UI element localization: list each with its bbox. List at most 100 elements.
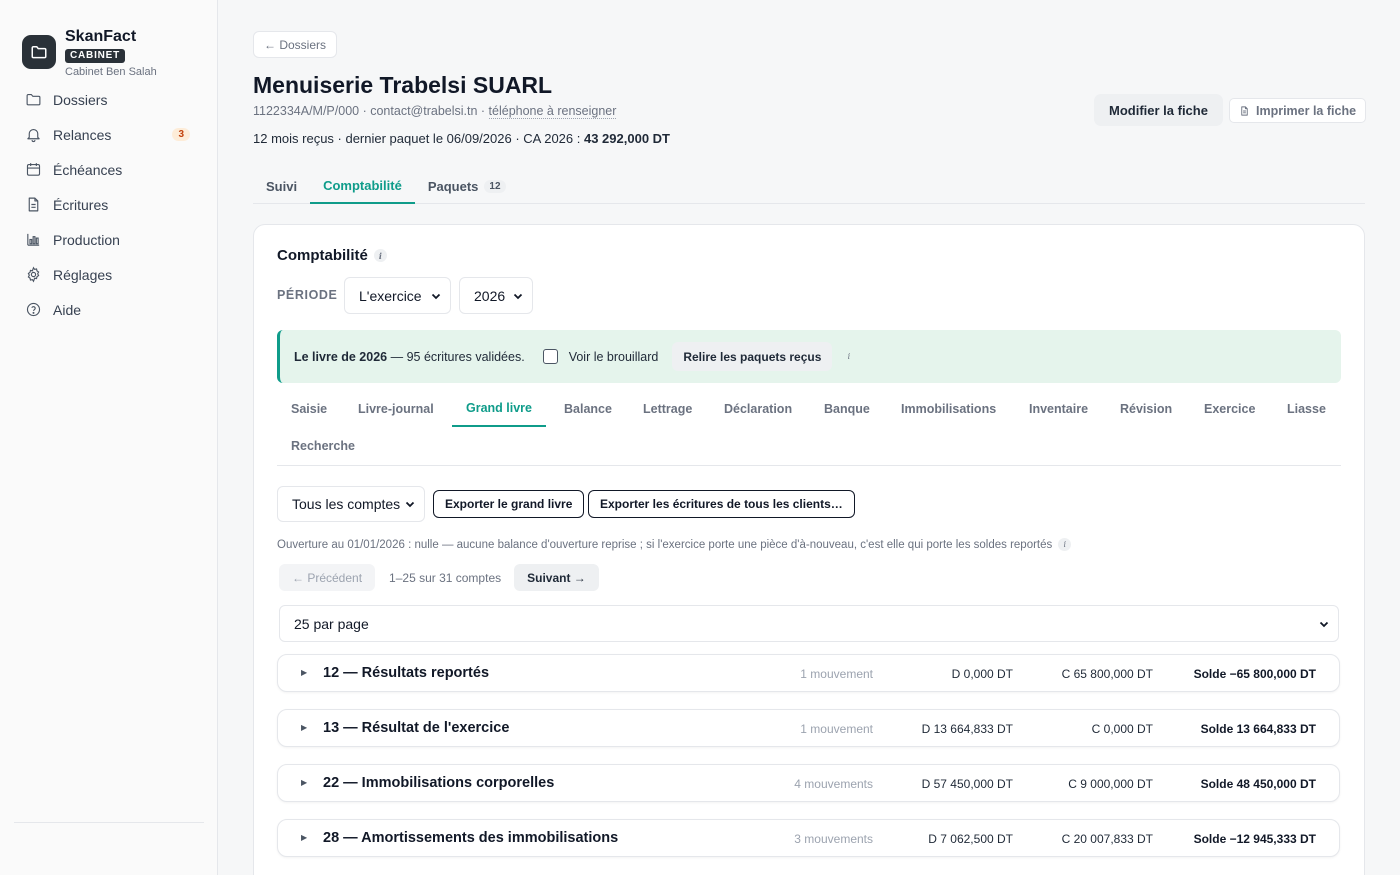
chevron-down-icon <box>1319 621 1329 627</box>
subtab-recherche[interactable]: Recherche <box>277 428 369 464</box>
account-row[interactable]: ▶ 13 — Résultat de l'exercice 1 mouvemen… <box>277 709 1340 747</box>
sidebar-item-dossiers[interactable]: Dossiers <box>14 82 204 117</box>
document-icon <box>1241 105 1248 116</box>
sidebar: SkanFact CABINET Cabinet Ben Salah Dossi… <box>0 0 218 875</box>
brand-subtitle: Cabinet Ben Salah <box>65 66 157 78</box>
brand[interactable]: SkanFact CABINET Cabinet Ben Salah <box>22 28 157 78</box>
sidebar-divider <box>14 822 204 823</box>
subtab-declaration[interactable]: Déclaration <box>710 391 806 427</box>
accounting-card: Comptabilité i PÉRIODE L'exercice 2026 L… <box>253 224 1365 875</box>
expand-caret-icon[interactable]: ▶ <box>301 833 307 842</box>
sidebar-item-label: Relances <box>53 126 112 143</box>
client-tabs: Suivi Comptabilité Paquets 12 <box>253 168 1365 204</box>
tab-comptabilite[interactable]: Comptabilité <box>310 168 415 204</box>
period-select-value: L'exercice <box>359 287 422 304</box>
subtab-saisie[interactable]: Saisie <box>277 391 341 427</box>
period-select[interactable]: L'exercice <box>344 277 451 314</box>
sidebar-item-label: Échéances <box>53 161 123 178</box>
sidebar-item-echeances[interactable]: Échéances <box>14 152 204 187</box>
sidebar-item-relances[interactable]: Relances 3 <box>14 117 204 152</box>
export-all-clients-button[interactable]: Exporter les écritures de tous les clien… <box>588 490 855 518</box>
subtab-livre-journal[interactable]: Livre-journal <box>344 391 448 427</box>
account-balance: Solde 48 450,000 DT <box>1200 777 1316 791</box>
sidebar-item-aide[interactable]: Aide <box>14 292 204 327</box>
reread-packages-button[interactable]: Relire les paquets reçus <box>672 342 833 371</box>
subtab-grand-livre[interactable]: Grand livre <box>452 391 546 427</box>
banner-text: — 95 écritures validées. <box>387 349 525 364</box>
tab-label: Paquets <box>427 178 479 194</box>
account-movements: 4 mouvements <box>794 777 873 791</box>
account-row[interactable]: ▶ 22 — Immobilisations corporelles 4 mou… <box>277 764 1340 802</box>
bell-icon <box>27 128 40 143</box>
subtab-inventaire[interactable]: Inventaire <box>1015 391 1102 427</box>
sidebar-item-label: Écritures <box>53 196 109 213</box>
subtab-lettrage[interactable]: Lettrage <box>629 391 706 427</box>
sidebar-item-production[interactable]: Production <box>14 222 204 257</box>
show-draft-checkbox[interactable] <box>542 349 558 364</box>
opening-note-text: Ouverture au 01/01/2026 : nulle — aucune… <box>277 538 1053 551</box>
relances-count-badge: 3 <box>172 128 190 141</box>
summary-text: 12 mois reçus · dernier paquet le 06/09/… <box>253 131 584 146</box>
ledger-subtabs: Saisie Livre-journal Grand livre Balance… <box>277 391 1341 466</box>
sidebar-item-label: Aide <box>53 301 82 318</box>
brand-badge: CABINET <box>65 49 126 63</box>
banner-bold: Le livre de 2026 <box>294 349 388 364</box>
account-row[interactable]: ▶ 28 — Amortissements des immobilisation… <box>277 819 1340 857</box>
account-debit: D 57 450,000 DT <box>921 777 1013 791</box>
year-select[interactable]: 2026 <box>459 277 533 314</box>
account-balance: Solde −12 945,333 DT <box>1193 832 1316 846</box>
info-icon[interactable]: i <box>842 350 855 363</box>
sidebar-item-label: Réglages <box>53 266 113 283</box>
show-draft-label[interactable]: Voir le brouillard <box>569 350 659 364</box>
pagination-info: 1–25 sur 31 comptes <box>389 570 502 585</box>
account-debit: D 7 062,500 DT <box>928 832 1013 846</box>
account-movements: 1 mouvement <box>800 722 873 736</box>
account-row[interactable]: ▶ 12 — Résultats reportés 1 mouvement D … <box>277 654 1340 692</box>
next-page-button[interactable]: Suivant → <box>514 564 599 591</box>
account-debit: D 13 664,833 DT <box>921 722 1013 736</box>
tab-paquets[interactable]: Paquets 12 <box>415 168 519 204</box>
subtab-exercice[interactable]: Exercice <box>1190 391 1269 427</box>
sidebar-item-ecritures[interactable]: Écritures <box>14 187 204 222</box>
accounts-filter-value: Tous les comptes <box>292 496 401 512</box>
subtab-balance[interactable]: Balance <box>550 391 626 427</box>
tab-label: Comptabilité <box>323 177 402 193</box>
export-ledger-button[interactable]: Exporter le grand livre <box>433 490 585 518</box>
sidebar-nav: Dossiers Relances 3 Échéances Écritures … <box>14 82 204 327</box>
period-label: PÉRIODE <box>277 288 338 302</box>
ledger-status-banner: Le livre de 2026 — 95 écritures validées… <box>277 330 1341 383</box>
help-icon <box>26 302 41 317</box>
back-to-dossiers-button[interactable]: ← Dossiers <box>253 31 338 58</box>
expand-caret-icon[interactable]: ▶ <box>301 723 307 732</box>
phone-placeholder-link[interactable]: téléphone à renseigner <box>488 104 617 119</box>
client-summary: 12 mois reçus · dernier paquet le 06/09/… <box>253 131 670 146</box>
print-record-button[interactable]: Imprimer la fiche <box>1229 98 1367 123</box>
chevron-down-icon <box>513 293 523 299</box>
subtab-immobilisations[interactable]: Immobilisations <box>887 391 1010 427</box>
sidebar-item-reglages[interactable]: Réglages <box>14 257 204 292</box>
expand-caret-icon[interactable]: ▶ <box>301 668 307 677</box>
accounts-filter-select[interactable]: Tous les comptes <box>277 486 425 522</box>
info-icon[interactable]: i <box>373 249 387 262</box>
account-credit: C 0,000 DT <box>1091 722 1153 736</box>
subtab-banque[interactable]: Banque <box>810 391 884 427</box>
gear-icon <box>27 266 40 283</box>
account-balance: Solde 13 664,833 DT <box>1200 722 1316 736</box>
expand-caret-icon[interactable]: ▶ <box>301 778 307 787</box>
account-balance: Solde −65 800,000 DT <box>1193 667 1316 681</box>
previous-page-button[interactable]: ← Précédent <box>279 564 376 591</box>
subtab-revision[interactable]: Révision <box>1106 391 1186 427</box>
per-page-select[interactable]: 25 par page <box>279 605 1339 642</box>
tab-suivi[interactable]: Suivi <box>253 168 310 204</box>
sidebar-item-label: Dossiers <box>53 91 108 108</box>
account-credit: C 20 007,833 DT <box>1061 832 1153 846</box>
client-email[interactable]: contact@trabelsi.tn <box>370 104 477 118</box>
edit-record-button[interactable]: Modifier la fiche <box>1094 94 1223 126</box>
sidebar-item-label: Production <box>53 231 120 248</box>
info-icon[interactable]: i <box>1058 538 1072 551</box>
pagination: ← Précédent 1–25 sur 31 comptes Suivant … <box>279 564 599 591</box>
card-title-text: Comptabilité <box>277 247 368 264</box>
account-name: 12 — Résultats reportés <box>323 665 490 681</box>
subtab-liasse[interactable]: Liasse <box>1273 391 1340 427</box>
calendar-icon <box>26 163 41 176</box>
